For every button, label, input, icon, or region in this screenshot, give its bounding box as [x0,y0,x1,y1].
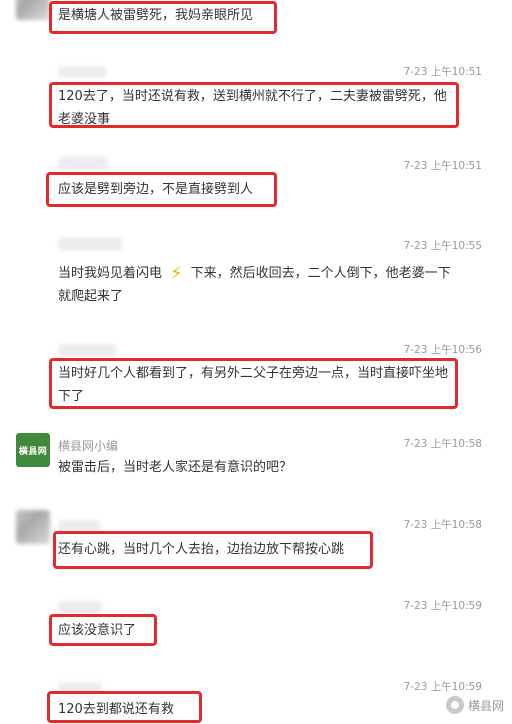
username [58,157,108,169]
watermark-text: 横县网 [467,698,504,713]
highlight-box [49,82,459,128]
timestamp: 7-23 上午10:58 [403,519,482,531]
timestamp: 7-23 上午10:56 [403,344,482,356]
timestamp: 7-23 上午10:59 [403,681,482,693]
comment-text-part: 当时我妈见着闪电 [58,266,163,281]
username [58,238,122,250]
username [58,344,116,356]
avatar-label: 横县网 [18,446,48,457]
avatar[interactable]: 横县网 [16,433,50,467]
timestamp: 7-23 上午10:58 [403,438,482,450]
wechat-account-icon [445,696,464,714]
highlight-box [49,358,458,409]
highlight-box [49,614,157,646]
avatar[interactable] [16,510,50,544]
timestamp: 7-23 上午10:51 [403,66,482,78]
lightning-icon: ⚡ [170,263,183,284]
username [58,601,102,613]
highlight-box [49,1,277,34]
highlight-box [53,531,373,569]
timestamp: 7-23 上午10:59 [403,600,482,612]
watermark: 横县网 [445,696,504,714]
timestamp: 7-23 上午10:55 [403,240,482,252]
comment-text: 被雷击后，当时老人家还是有意识的吧？ [58,460,293,475]
username [58,66,106,78]
username[interactable]: 横县网小编 [58,437,118,454]
timestamp: 7-23 上午10:51 [403,160,482,172]
comment-text: 当时我妈见着闪电 ⚡ 下来，然后收回去，二个人倒下，他老婆一下就爬起来了 [58,262,458,308]
highlight-box [46,172,277,207]
avatar[interactable] [16,0,50,20]
highlight-box [47,691,202,723]
